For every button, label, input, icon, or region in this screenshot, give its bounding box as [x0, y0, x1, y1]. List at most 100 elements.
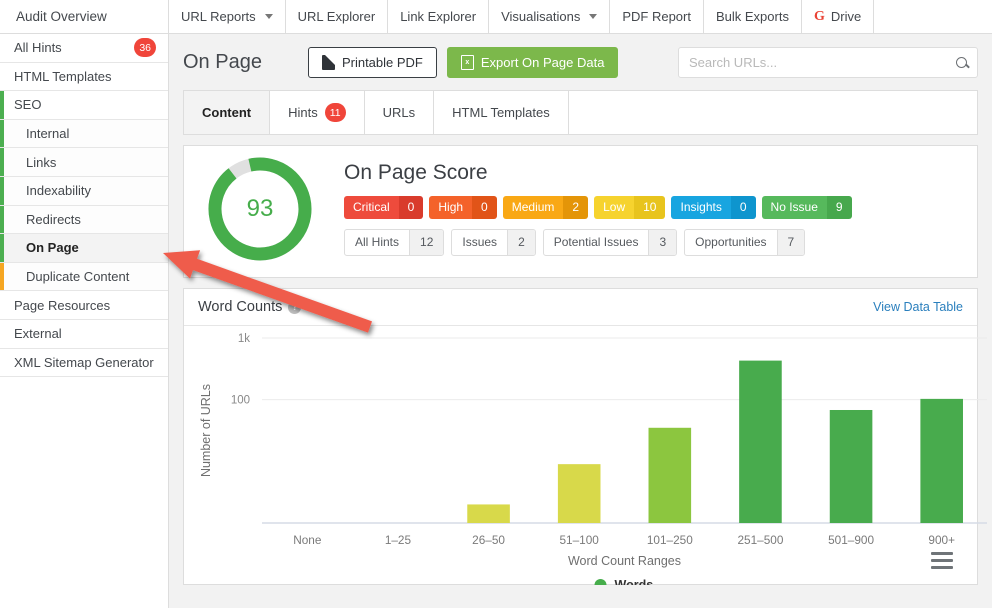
nav-item-label: Bulk Exports [715, 9, 789, 24]
bar[interactable] [648, 427, 692, 523]
sidebar-item-indexability[interactable]: Indexability [0, 176, 168, 206]
top-navigation-bar: Audit Overview URL Reports URL Explorer … [0, 0, 992, 34]
severity-pill-critical[interactable]: Critical 0 [344, 196, 424, 219]
pill-count: 10 [634, 196, 666, 219]
page-title: On Page [183, 50, 262, 73]
sidebar-item-all-hints[interactable]: All Hints 36 [0, 34, 168, 63]
export-label: Export On Page Data [480, 54, 605, 70]
main-content: On Page Printable PDF x Export On Page D… [169, 34, 992, 608]
x-axis-tick-label: 51–100 [560, 533, 600, 547]
sidebar-item-label: Page Resources [14, 297, 111, 313]
pill-label: Insights [671, 196, 731, 219]
pill-count: 0 [398, 196, 424, 219]
search-icon[interactable] [956, 56, 967, 68]
pill-count: 0 [472, 196, 497, 219]
spreadsheet-icon: x [460, 54, 474, 70]
nav-item-drive[interactable]: G Drive [802, 0, 875, 33]
nav-item-url-explorer[interactable]: URL Explorer [286, 0, 389, 33]
pill-count: 2 [563, 196, 589, 219]
nav-item-bulk-exports[interactable]: Bulk Exports [704, 0, 802, 33]
on-page-score-value: 93 [246, 194, 274, 222]
pill-count: 9 [826, 196, 852, 219]
x-axis-tick-label: 101–250 [647, 533, 693, 547]
pill-label: All Hints [355, 235, 400, 249]
app-root: Audit Overview URL Reports URL Explorer … [0, 0, 992, 608]
word-counts-title: Word Counts [198, 299, 283, 315]
tab-hints[interactable]: Hints 11 [270, 91, 365, 134]
sidebar-item-page-resources[interactable]: Page Resources [0, 291, 168, 320]
pill-count: 3 [648, 230, 677, 255]
tab-urls[interactable]: URLs [365, 91, 435, 134]
filter-pill-potential-issues[interactable]: Potential Issues 3 [542, 229, 678, 256]
severity-pill-low[interactable]: Low 10 [594, 196, 666, 219]
severity-pill-insights[interactable]: Insights 0 [671, 196, 756, 219]
sidebar-item-label: External [14, 326, 62, 342]
sidebar-item-xml-sitemap-generator[interactable]: XML Sitemap Generator [0, 348, 168, 378]
hamburger-menu-icon[interactable] [931, 552, 953, 569]
sidebar-item-html-templates[interactable]: HTML Templates [0, 62, 168, 92]
sidebar-item-external[interactable]: External [0, 319, 168, 349]
nav-item-link-explorer[interactable]: Link Explorer [388, 0, 490, 33]
severity-pill-no-issue[interactable]: No Issue 9 [761, 196, 852, 219]
nav-item-pdf-report[interactable]: PDF Report [610, 0, 704, 33]
bar[interactable] [920, 398, 963, 523]
pill-label: Issues [462, 235, 498, 249]
tab-label: Hints [288, 105, 318, 120]
nav-item-visualisations[interactable]: Visualisations [489, 0, 611, 33]
search-urls-box[interactable] [678, 46, 978, 78]
x-axis-tick-label: 1–25 [385, 533, 412, 547]
filter-pill-issues[interactable]: Issues 2 [451, 229, 536, 256]
on-page-score-title: On Page Score [344, 161, 488, 184]
nav-item-label: Link Explorer [400, 9, 477, 24]
sidebar-item-label: Duplicate Content [26, 269, 130, 285]
pill-label: Potential Issues [553, 235, 639, 249]
page-header: On Page Printable PDF x Export On Page D… [169, 34, 992, 90]
printable-pdf-button[interactable]: Printable PDF [307, 46, 437, 78]
bar[interactable] [829, 409, 873, 523]
bar[interactable] [739, 360, 782, 523]
sidebar-item-label: Links [26, 154, 57, 170]
question-mark-icon[interactable]: ? [288, 300, 302, 314]
tab-badge-hints: 11 [324, 103, 346, 122]
tab-content[interactable]: Content [184, 91, 271, 134]
word-counts-plot: 100 1k None 1–25 26–50 51–100 101–250 251–500 50… [184, 326, 987, 585]
bar[interactable] [467, 504, 510, 523]
pill-label: Critical [344, 196, 399, 219]
x-axis-tick-label: 251–500 [737, 533, 783, 547]
pill-count: 0 [730, 196, 756, 219]
brand-audit-overview[interactable]: Audit Overview [0, 0, 169, 33]
export-on-page-data-button[interactable]: x Export On Page Data [446, 46, 619, 78]
search-input[interactable] [689, 54, 956, 70]
pill-label: High [429, 196, 473, 219]
filter-pill-all-hints[interactable]: All Hints 12 [344, 229, 445, 256]
tab-bar-filler [569, 91, 977, 134]
sidebar-item-redirects[interactable]: Redirects [0, 205, 168, 235]
document-icon [321, 54, 335, 70]
severity-pill-high[interactable]: High 0 [429, 196, 497, 219]
nav-item-label: Visualisations [501, 9, 581, 24]
severity-pill-medium[interactable]: Medium 2 [502, 196, 589, 219]
sidebar-item-on-page[interactable]: On Page [0, 234, 168, 263]
filter-pill-opportunities[interactable]: Opportunities 7 [684, 229, 806, 256]
tab-label: URLs [382, 105, 416, 120]
tab-html-templates[interactable]: HTML Templates [434, 91, 569, 134]
sidebar-item-duplicate-content[interactable]: Duplicate Content [0, 262, 168, 292]
top-nav-items: URL Reports URL Explorer Link Explorer V… [169, 0, 875, 33]
x-axis-title: Word Count Ranges [568, 554, 681, 568]
nav-item-label: Drive [830, 9, 862, 24]
y-axis-tick-label: 100 [231, 395, 250, 407]
sidebar-item-seo[interactable]: SEO [0, 91, 168, 120]
bar[interactable] [557, 464, 601, 523]
content-tabs: Content Hints 11 URLs HTML Templates [183, 90, 978, 135]
view-data-table-link[interactable]: View Data Table [873, 300, 963, 314]
sidebar-item-label: HTML Templates [14, 68, 112, 84]
sidebar-item-label: SEO [14, 97, 42, 113]
score-details: On Page Score Critical 0 High 0 Medium 2 [344, 161, 852, 256]
header-actions: Printable PDF x Export On Page Data [307, 46, 619, 78]
nav-item-url-reports[interactable]: URL Reports [169, 0, 286, 33]
sidebar-item-links[interactable]: Links [0, 148, 168, 177]
sidebar-item-internal[interactable]: Internal [0, 119, 168, 149]
nav-item-label: URL Reports [181, 9, 256, 24]
legend-label[interactable]: Words [615, 578, 654, 585]
filter-pill-row: All Hints 12 Issues 2 Potential Issues 3… [344, 229, 852, 256]
